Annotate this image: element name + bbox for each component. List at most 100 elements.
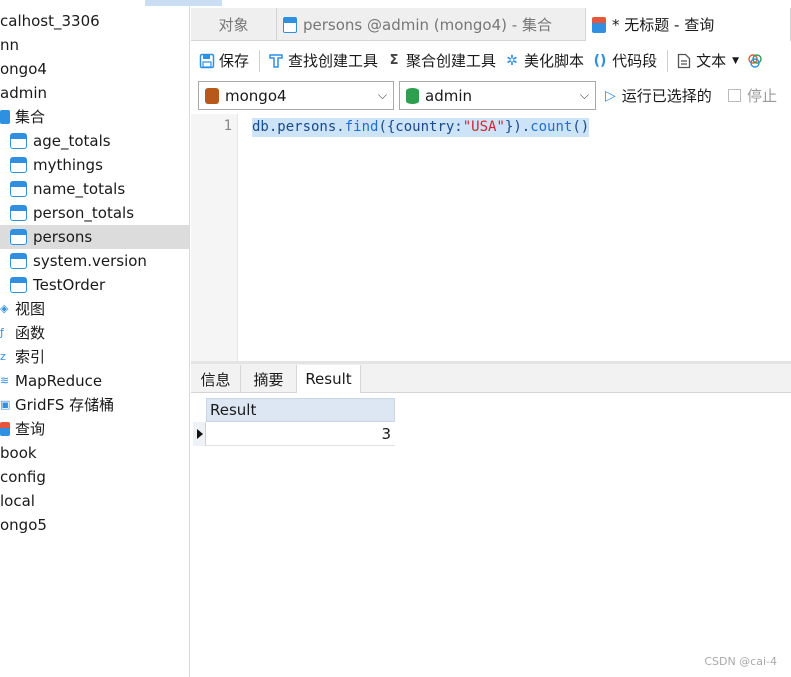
query-icon <box>0 422 10 436</box>
sidebar-item-label: ongo4 <box>0 60 47 78</box>
sigma-icon: Σ <box>389 53 399 68</box>
snippet-icon: () <box>593 52 607 69</box>
table-icon <box>10 133 27 149</box>
watermark-text: CSDN @cai-4 <box>704 655 777 668</box>
sidebar-item-label: 视图 <box>15 300 46 318</box>
sidebar-item-label: GridFS 存储桶 <box>15 396 115 414</box>
code-line[interactable]: db.persons.find({country:"USA"}).count() <box>252 118 590 137</box>
find-builder-button[interactable]: 查找创建工具 <box>268 47 378 75</box>
sidebar-item-label: ongo5 <box>0 516 47 534</box>
sidebar-item-admin[interactable]: admin <box>0 81 189 105</box>
sidebar-item-persons[interactable]: persons <box>0 225 189 249</box>
sidebar-item[interactable]: ƒ 函数 <box>0 321 189 345</box>
sidebar-item-testorder[interactable]: TestOrder <box>0 273 189 297</box>
run-selected-button[interactable]: ▷ 运行已选择的 <box>605 81 712 110</box>
stop-button[interactable]: 停止 <box>728 81 777 110</box>
sidebar-item-calhost-3306[interactable]: calhost_3306 <box>0 9 189 33</box>
chevron-down-icon: ⌵ <box>377 88 387 102</box>
code-token: ({country: <box>378 119 463 135</box>
query-icon <box>592 16 606 33</box>
sidebar-item-person-totals[interactable]: person_totals <box>0 201 189 225</box>
current-row-arrow-icon <box>197 429 203 439</box>
function-icon: ƒ <box>0 326 4 339</box>
sidebar-item-label: mythings <box>33 156 103 174</box>
sidebar-item-label: system.version <box>33 252 147 270</box>
find-builder-label: 查找创建工具 <box>288 52 379 70</box>
beautify-button[interactable]: ✲ 美化脚本 <box>504 47 584 75</box>
tab-summary-label: 摘要 <box>253 370 284 389</box>
sidebar-item[interactable]: 集合 <box>0 105 189 129</box>
sidebar-item-label: 索引 <box>15 348 46 366</box>
result-cell[interactable]: 3 <box>206 422 395 446</box>
sidebar-item-gridfs[interactable]: ▣ GridFS 存储桶 <box>0 393 189 417</box>
query-context-bar: mongo4 ⌵ admin ⌵ ▷ 运行已选择的 停止 <box>191 81 791 111</box>
sidebar-item-label: age_totals <box>33 132 111 150</box>
sidebar-item[interactable]: 查询 <box>0 417 189 441</box>
text-mode-label: 文本 <box>696 52 727 70</box>
sidebar-item-label: nn <box>0 36 20 54</box>
tab-result[interactable]: Result <box>297 365 361 393</box>
sidebar-item-age-totals[interactable]: age_totals <box>0 129 189 153</box>
table-icon <box>10 253 27 269</box>
play-icon: ▷ <box>605 87 616 104</box>
table-row[interactable]: 3 <box>193 422 395 446</box>
find-builder-icon <box>268 53 284 69</box>
tab-persons-collection[interactable]: persons @admin (mongo4) - 集合 <box>277 8 586 41</box>
aggregate-builder-button[interactable]: Σ 聚合创建工具 <box>386 47 496 75</box>
run-selected-label: 运行已选择的 <box>621 87 712 105</box>
tab-info-label: 信息 <box>200 370 231 389</box>
sidebar-item-label: 函数 <box>15 324 46 342</box>
tab-query[interactable]: * 无标题 - 查询 <box>586 8 791 42</box>
code-token: "USA" <box>462 119 505 135</box>
sidebar-item-local[interactable]: local <box>0 489 189 513</box>
sidebar-item-label: MapReduce <box>15 372 103 390</box>
connection-select[interactable]: mongo4 ⌵ <box>198 81 394 110</box>
query-editor[interactable]: 1 db.persons.find({country:"USA"}).count… <box>191 114 791 361</box>
aggregate-builder-label: 聚合创建工具 <box>406 52 497 70</box>
index-icon: z <box>0 350 6 363</box>
row-marker[interactable] <box>193 422 206 446</box>
text-mode-button[interactable]: 文本 ▼ <box>676 47 739 75</box>
database-select[interactable]: admin ⌵ <box>399 81 596 110</box>
sidebar-item-label: calhost_3306 <box>0 12 100 30</box>
sidebar-item-nn[interactable]: nn <box>0 33 189 57</box>
tab-summary[interactable]: 摘要 <box>241 365 297 393</box>
sidebar-item[interactable]: ◈ 视图 <box>0 297 189 321</box>
code-token: db.persons. <box>252 119 345 135</box>
sidebar-item-config[interactable]: config <box>0 465 189 489</box>
code-token: }). <box>504 119 531 135</box>
snippet-label: 代码段 <box>612 52 658 70</box>
stop-label: 停止 <box>747 87 778 105</box>
tab-query-label: * 无标题 - 查询 <box>612 16 715 34</box>
column-header-result[interactable]: Result <box>206 398 395 422</box>
sidebar-item-mythings[interactable]: mythings <box>0 153 189 177</box>
circles-icon <box>747 53 763 69</box>
collection-folder-icon <box>0 110 10 124</box>
sidebar-item-label: admin <box>0 84 47 102</box>
database-icon <box>406 87 419 104</box>
tab-bar: 对象 persons @admin (mongo4) - 集合 * 无标题 - … <box>191 8 791 42</box>
sidebar-item-label: 查询 <box>15 420 46 438</box>
line-number: 1 <box>223 118 232 134</box>
sidebar-item-ongo5[interactable]: ongo5 <box>0 513 189 537</box>
sidebar-item-label: TestOrder <box>33 276 106 294</box>
tab-strip-highlight <box>145 0 222 6</box>
tab-persons-label: persons @admin (mongo4) - 集合 <box>303 16 552 34</box>
tab-objects-label: 对象 <box>218 16 249 34</box>
tab-objects[interactable]: 对象 <box>191 8 277 41</box>
tab-info[interactable]: 信息 <box>191 365 241 393</box>
sidebar-item-book[interactable]: book <box>0 441 189 465</box>
sidebar-item-label: 集合 <box>15 108 46 126</box>
snippet-button[interactable]: () 代码段 <box>592 47 657 75</box>
save-button[interactable]: 保存 <box>199 47 249 75</box>
sidebar-item-ongo4[interactable]: ongo4 <box>0 57 189 81</box>
code-token: () <box>572 119 590 135</box>
explain-button[interactable] <box>747 47 767 75</box>
sidebar-item-name-totals[interactable]: name_totals <box>0 177 189 201</box>
sidebar-item[interactable]: z 索引 <box>0 345 189 369</box>
line-gutter: 1 <box>191 114 238 361</box>
sidebar-item-label: name_totals <box>33 180 126 198</box>
connection-tree[interactable]: calhost_3306nn ongo4 admin 集合 age_totalsmyth… <box>0 0 190 677</box>
sidebar-item-system-version[interactable]: system.version <box>0 249 189 273</box>
sidebar-item-mapreduce[interactable]: ≋ MapReduce <box>0 369 189 393</box>
